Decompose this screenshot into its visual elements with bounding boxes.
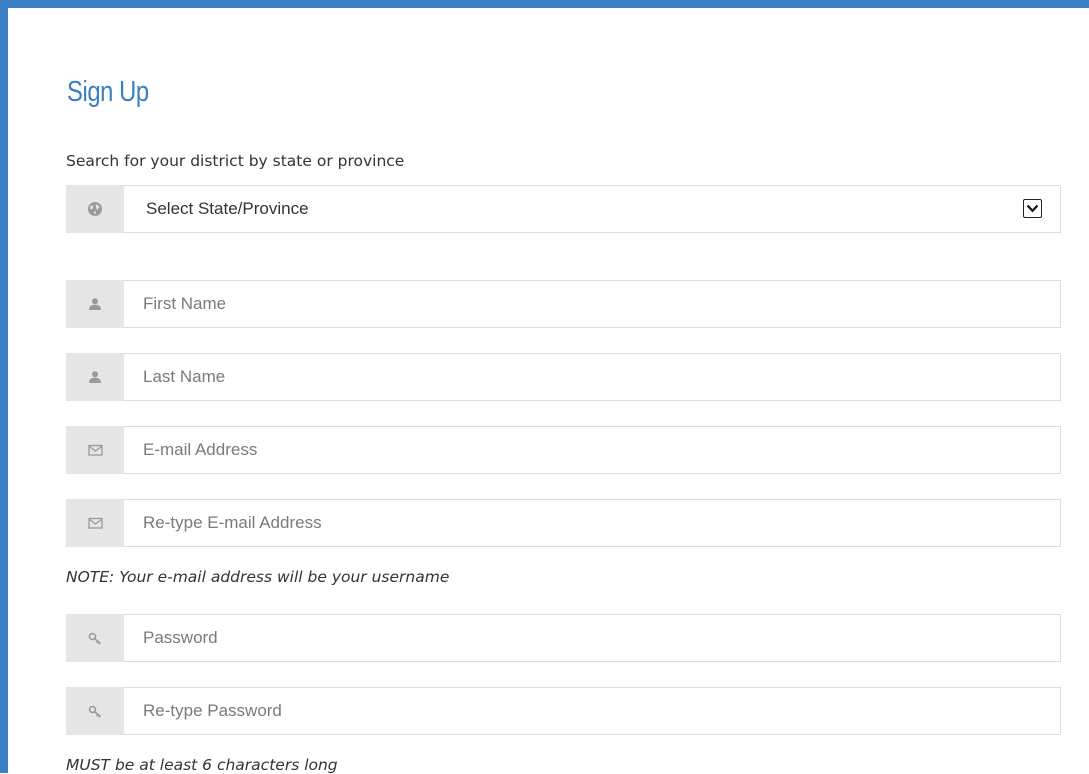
password-confirm-placeholder: Re-type Password (143, 701, 282, 720)
email-username-note: NOTE: Your e-mail address will be your u… (66, 568, 450, 586)
globe-icon (66, 185, 124, 233)
email-confirm-input[interactable]: Re-type E-mail Address (124, 499, 1061, 547)
signup-panel: Sign Up Search for your district by stat… (0, 0, 1089, 774)
password-confirm-row: Re-type Password (66, 687, 1061, 735)
first-name-placeholder: First Name (143, 294, 227, 313)
password-input[interactable]: Password (124, 614, 1061, 662)
first-name-row: First Name (66, 280, 1061, 328)
last-name-input[interactable]: Last Name (124, 353, 1061, 401)
user-icon (66, 353, 124, 401)
envelope-icon (66, 499, 124, 547)
password-placeholder: Password (143, 628, 218, 647)
chevron-down-icon[interactable] (1023, 199, 1042, 218)
state-select-row[interactable]: Select State/Province (66, 185, 1061, 233)
email-confirm-row: Re-type E-mail Address (66, 499, 1061, 547)
last-name-row: Last Name (66, 353, 1061, 401)
user-icon (66, 280, 124, 328)
envelope-icon (66, 426, 124, 474)
email-row: E-mail Address (66, 426, 1061, 474)
key-icon (66, 687, 124, 735)
last-name-placeholder: Last Name (143, 367, 226, 386)
page-title: Sign Up (67, 76, 149, 108)
password-row: Password (66, 614, 1061, 662)
email-input[interactable]: E-mail Address (124, 426, 1061, 474)
email-placeholder: E-mail Address (143, 440, 258, 459)
first-name-input[interactable]: First Name (124, 280, 1061, 328)
password-confirm-input[interactable]: Re-type Password (124, 687, 1061, 735)
state-search-label: Search for your district by state or pro… (66, 152, 405, 170)
state-select-value: Select State/Province (146, 199, 309, 218)
key-icon (66, 614, 124, 662)
state-select[interactable]: Select State/Province (124, 185, 1061, 233)
email-confirm-placeholder: Re-type E-mail Address (143, 513, 322, 532)
password-length-note: MUST be at least 6 characters long (66, 756, 338, 774)
